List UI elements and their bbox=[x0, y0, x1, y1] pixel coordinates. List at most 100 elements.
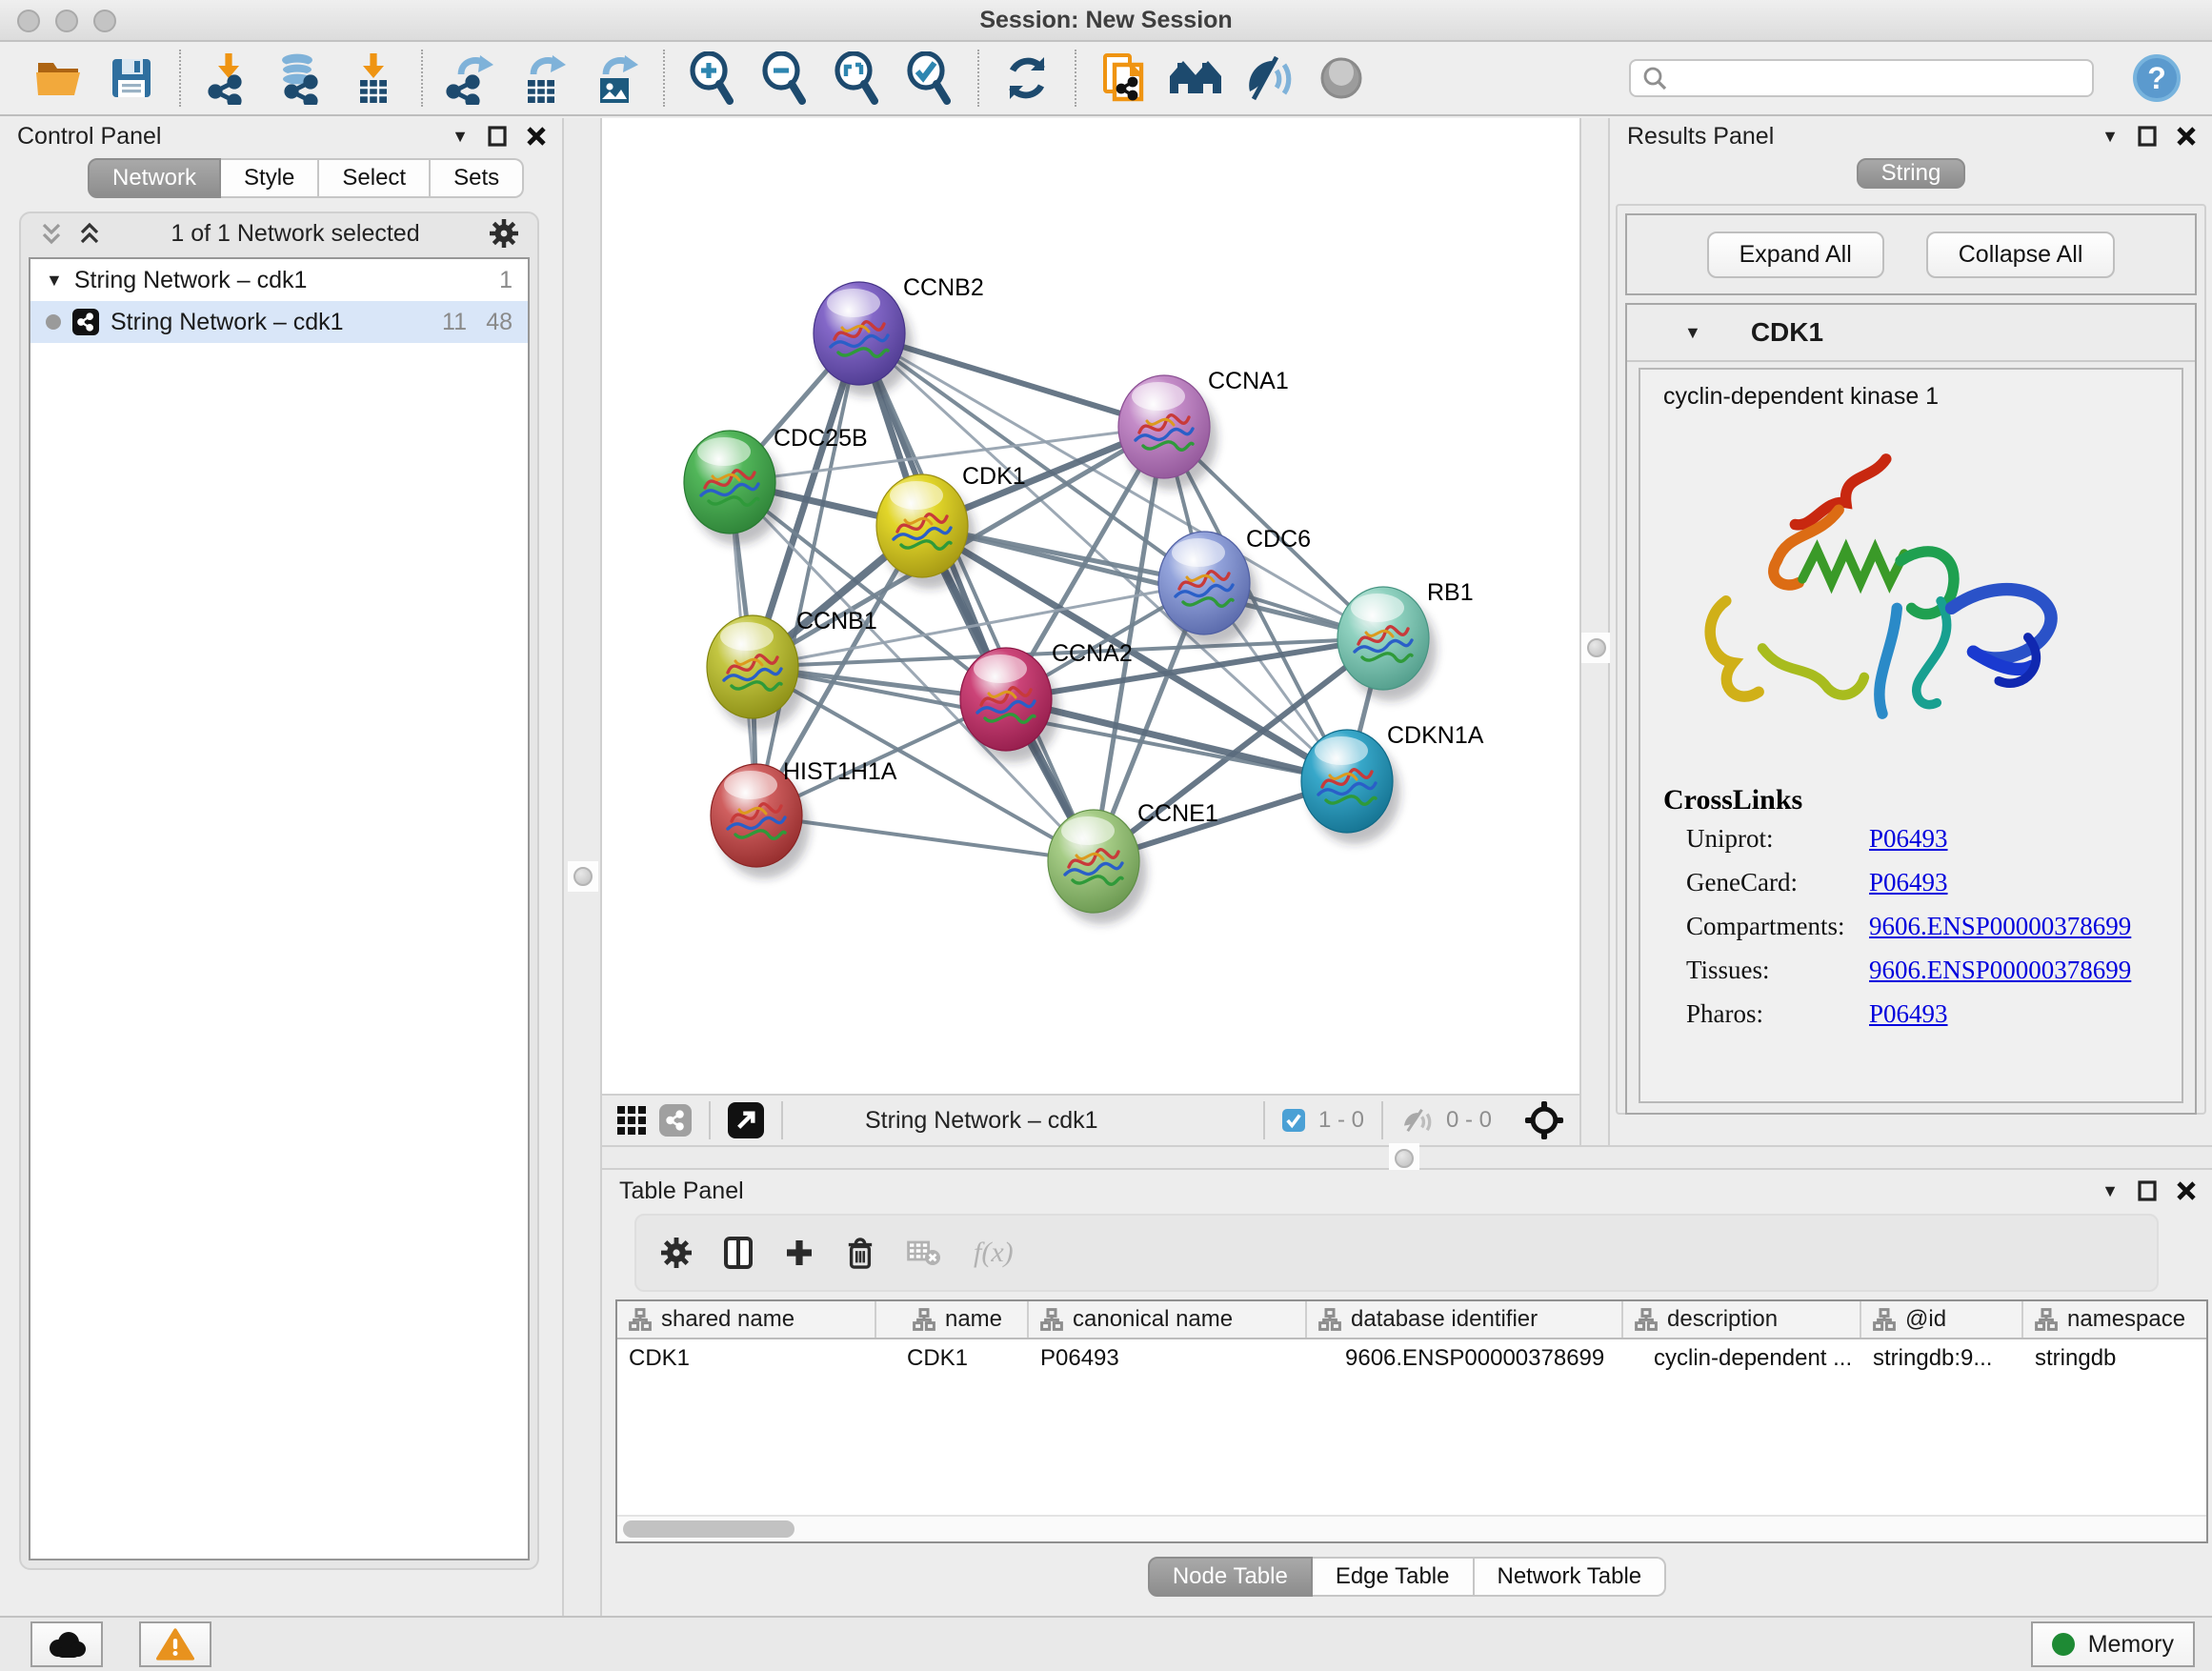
right-splitter[interactable] bbox=[1579, 118, 1610, 1145]
hidden-items-icon[interactable] bbox=[1400, 1108, 1433, 1133]
float-panel-menu-icon[interactable]: ▼ bbox=[2101, 1181, 2119, 1201]
float-window-icon[interactable] bbox=[488, 126, 507, 147]
column-header[interactable]: name bbox=[876, 1301, 1029, 1338]
scrollbar-thumb[interactable] bbox=[623, 1520, 794, 1538]
open-session-button[interactable] bbox=[30, 50, 88, 107]
export-image-button[interactable] bbox=[587, 50, 644, 107]
selected-nodes-checkbox-icon[interactable] bbox=[1282, 1109, 1305, 1132]
show-columns-icon[interactable] bbox=[724, 1237, 753, 1269]
column-header[interactable]: canonical name bbox=[1029, 1301, 1307, 1338]
zoom-selected-button[interactable] bbox=[901, 50, 958, 107]
network-canvas[interactable]: CCNB2CCNA1CDC25BCDK1CDC6RB1CCNB1CCNA2CDK… bbox=[602, 118, 1579, 1094]
warnings-button[interactable] bbox=[139, 1621, 211, 1667]
tab-style[interactable]: Style bbox=[221, 158, 319, 198]
tab-edge-table[interactable]: Edge Table bbox=[1313, 1557, 1475, 1597]
tab-string[interactable]: String bbox=[1857, 158, 1966, 189]
import-network-icon bbox=[204, 51, 253, 105]
network-panel-box: 1 of 1 Network selected ▼ String Network… bbox=[19, 211, 539, 1570]
minimize-window-button[interactable] bbox=[55, 10, 78, 32]
gene-section-header[interactable]: ▼ CDK1 bbox=[1627, 305, 2195, 362]
tab-node-table[interactable]: Node Table bbox=[1148, 1557, 1313, 1597]
search-icon bbox=[1642, 66, 1667, 91]
window-controls bbox=[17, 10, 116, 32]
close-panel-icon[interactable] bbox=[2176, 126, 2197, 147]
import-network-button[interactable] bbox=[200, 50, 257, 107]
zoom-out-button[interactable] bbox=[756, 50, 814, 107]
expand-all-icon[interactable] bbox=[78, 222, 101, 245]
zoom-fit-button[interactable] bbox=[829, 50, 886, 107]
network-share-view-icon[interactable] bbox=[659, 1104, 692, 1137]
delete-table-icon[interactable] bbox=[907, 1239, 941, 1266]
cloud-status-button[interactable] bbox=[30, 1621, 103, 1667]
tab-network[interactable]: Network bbox=[88, 158, 221, 198]
grid-view-icon[interactable] bbox=[617, 1106, 646, 1135]
show-hide-enhanced-labels-button[interactable] bbox=[1240, 50, 1297, 107]
close-panel-icon[interactable] bbox=[526, 126, 547, 147]
birds-eye-view-button[interactable] bbox=[728, 1102, 764, 1138]
help-button[interactable]: ? bbox=[2128, 50, 2185, 107]
gear-icon[interactable] bbox=[490, 219, 518, 248]
column-header[interactable]: shared name bbox=[617, 1301, 876, 1338]
section-expander-icon[interactable]: ▼ bbox=[1684, 323, 1701, 343]
search-input[interactable] bbox=[1675, 66, 2081, 91]
table-horizontal-scrollbar[interactable] bbox=[617, 1515, 2206, 1541]
tab-select[interactable]: Select bbox=[319, 158, 431, 198]
save-session-button[interactable] bbox=[103, 50, 160, 107]
genecard-link[interactable]: P06493 bbox=[1869, 868, 1948, 897]
zoom-window-button[interactable] bbox=[93, 10, 116, 32]
warning-icon bbox=[156, 1627, 194, 1661]
uniprot-link[interactable]: P06493 bbox=[1869, 824, 1948, 854]
export-network-button[interactable] bbox=[442, 50, 499, 107]
splitter-handle[interactable] bbox=[568, 861, 598, 892]
compartments-link[interactable]: 9606.ENSP00000378699 bbox=[1869, 912, 2131, 941]
import-table-button[interactable] bbox=[345, 50, 402, 107]
column-header[interactable]: @id bbox=[1861, 1301, 2023, 1338]
refresh-button[interactable] bbox=[998, 50, 1056, 107]
eye-slash-waves-icon bbox=[1242, 53, 1296, 103]
function-builder-icon[interactable]: f(x) bbox=[974, 1237, 1014, 1269]
export-table-icon bbox=[518, 51, 568, 105]
memory-button[interactable]: Memory bbox=[2031, 1621, 2195, 1667]
column-header[interactable]: description bbox=[1623, 1301, 1861, 1338]
close-panel-icon[interactable] bbox=[2176, 1180, 2197, 1201]
column-header[interactable]: namespace bbox=[2023, 1301, 2206, 1338]
float-panel-menu-icon[interactable]: ▼ bbox=[2101, 127, 2119, 147]
splitter-handle[interactable] bbox=[1581, 633, 1612, 663]
tab-network-table[interactable]: Network Table bbox=[1475, 1557, 1667, 1597]
collapse-all-icon[interactable] bbox=[40, 222, 63, 245]
crosshair-icon[interactable] bbox=[1524, 1100, 1564, 1140]
delete-column-trash-icon[interactable] bbox=[846, 1237, 875, 1269]
close-window-button[interactable] bbox=[17, 10, 40, 32]
houses-icon bbox=[1168, 55, 1225, 101]
collection-expander-icon[interactable]: ▼ bbox=[46, 271, 63, 291]
network-row[interactable]: String Network – cdk1 11 48 bbox=[30, 301, 528, 343]
show-graphics-details-button[interactable] bbox=[1313, 50, 1370, 107]
gene-description: cyclin-dependent kinase 1 bbox=[1663, 383, 2182, 411]
bottom-splitter[interactable] bbox=[602, 1145, 2212, 1170]
search-box[interactable] bbox=[1629, 59, 2094, 97]
network-graph[interactable]: CCNB2CCNA1CDC25BCDK1CDC6RB1CCNB1CCNA2CDK… bbox=[602, 118, 1579, 1094]
tab-sets[interactable]: Sets bbox=[431, 158, 524, 198]
left-splitter[interactable] bbox=[562, 118, 602, 1616]
table-toolbar: f(x) bbox=[634, 1214, 2159, 1292]
float-window-icon[interactable] bbox=[2138, 126, 2157, 147]
network-collection-row[interactable]: ▼ String Network – cdk1 1 bbox=[30, 259, 528, 301]
node-table: shared name name canonical name database… bbox=[615, 1299, 2208, 1543]
export-table-button[interactable] bbox=[514, 50, 572, 107]
table-row[interactable]: CDK1 CDK1 P06493 9606.ENSP00000378699 cy… bbox=[617, 1339, 2206, 1379]
save-floppy-icon bbox=[109, 55, 154, 101]
pharos-link[interactable]: P06493 bbox=[1869, 999, 1948, 1029]
tissues-link[interactable]: 9606.ENSP00000378699 bbox=[1869, 956, 2131, 985]
expand-all-button[interactable]: Expand All bbox=[1707, 232, 1884, 278]
zoom-in-button[interactable] bbox=[684, 50, 741, 107]
collapse-all-button[interactable]: Collapse All bbox=[1926, 232, 2116, 278]
import-network-from-database-button[interactable] bbox=[272, 50, 330, 107]
float-window-icon[interactable] bbox=[2138, 1180, 2157, 1201]
float-panel-menu-icon[interactable]: ▼ bbox=[452, 127, 469, 147]
toolbar-separator bbox=[663, 50, 665, 107]
new-network-from-selection-button[interactable] bbox=[1096, 50, 1153, 107]
column-header[interactable]: database identifier bbox=[1307, 1301, 1623, 1338]
string-home-button[interactable] bbox=[1168, 50, 1225, 107]
gear-icon[interactable] bbox=[661, 1238, 692, 1268]
add-column-icon[interactable] bbox=[785, 1238, 814, 1267]
